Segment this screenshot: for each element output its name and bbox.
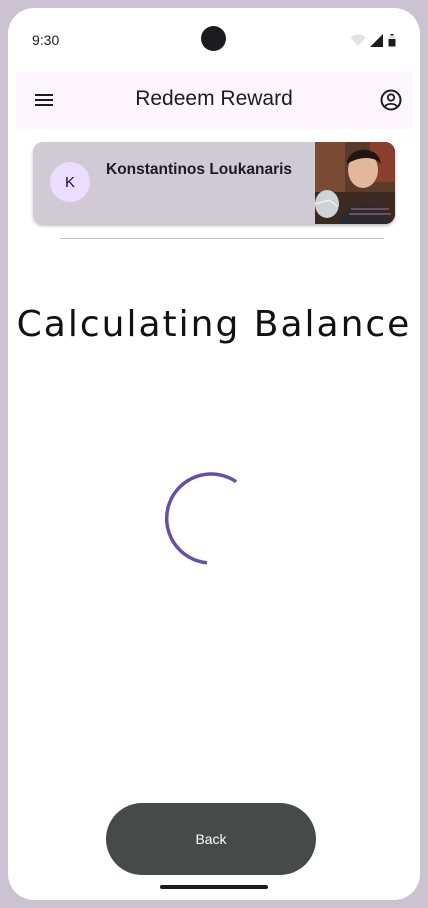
user-name: Konstantinos Loukanaris [106, 161, 293, 178]
back-button[interactable]: Back [106, 803, 316, 875]
wifi-icon [350, 34, 366, 46]
progress-spinner [164, 472, 238, 565]
status-icons [350, 34, 396, 47]
page-title: Redeem Reward [135, 87, 293, 110]
avatar: K [50, 162, 90, 202]
profile-photo [315, 142, 395, 224]
top-app-bar: Redeem Reward [16, 72, 412, 129]
status-bar: 9:30 [8, 8, 420, 72]
user-card[interactable]: K Konstantinos Loukanaris [33, 142, 395, 224]
phone-screen: 9:30 Redeem Reward K Konstantinos Loukan… [8, 8, 420, 900]
home-indicator[interactable] [160, 885, 268, 889]
battery-icon [388, 34, 396, 47]
status-time: 9:30 [32, 32, 60, 48]
status-heading: Calculating Balance [16, 304, 412, 345]
signal-icon [370, 34, 383, 47]
divider [60, 238, 384, 239]
account-circle-icon[interactable] [380, 89, 402, 111]
camera-cutout [201, 26, 226, 51]
